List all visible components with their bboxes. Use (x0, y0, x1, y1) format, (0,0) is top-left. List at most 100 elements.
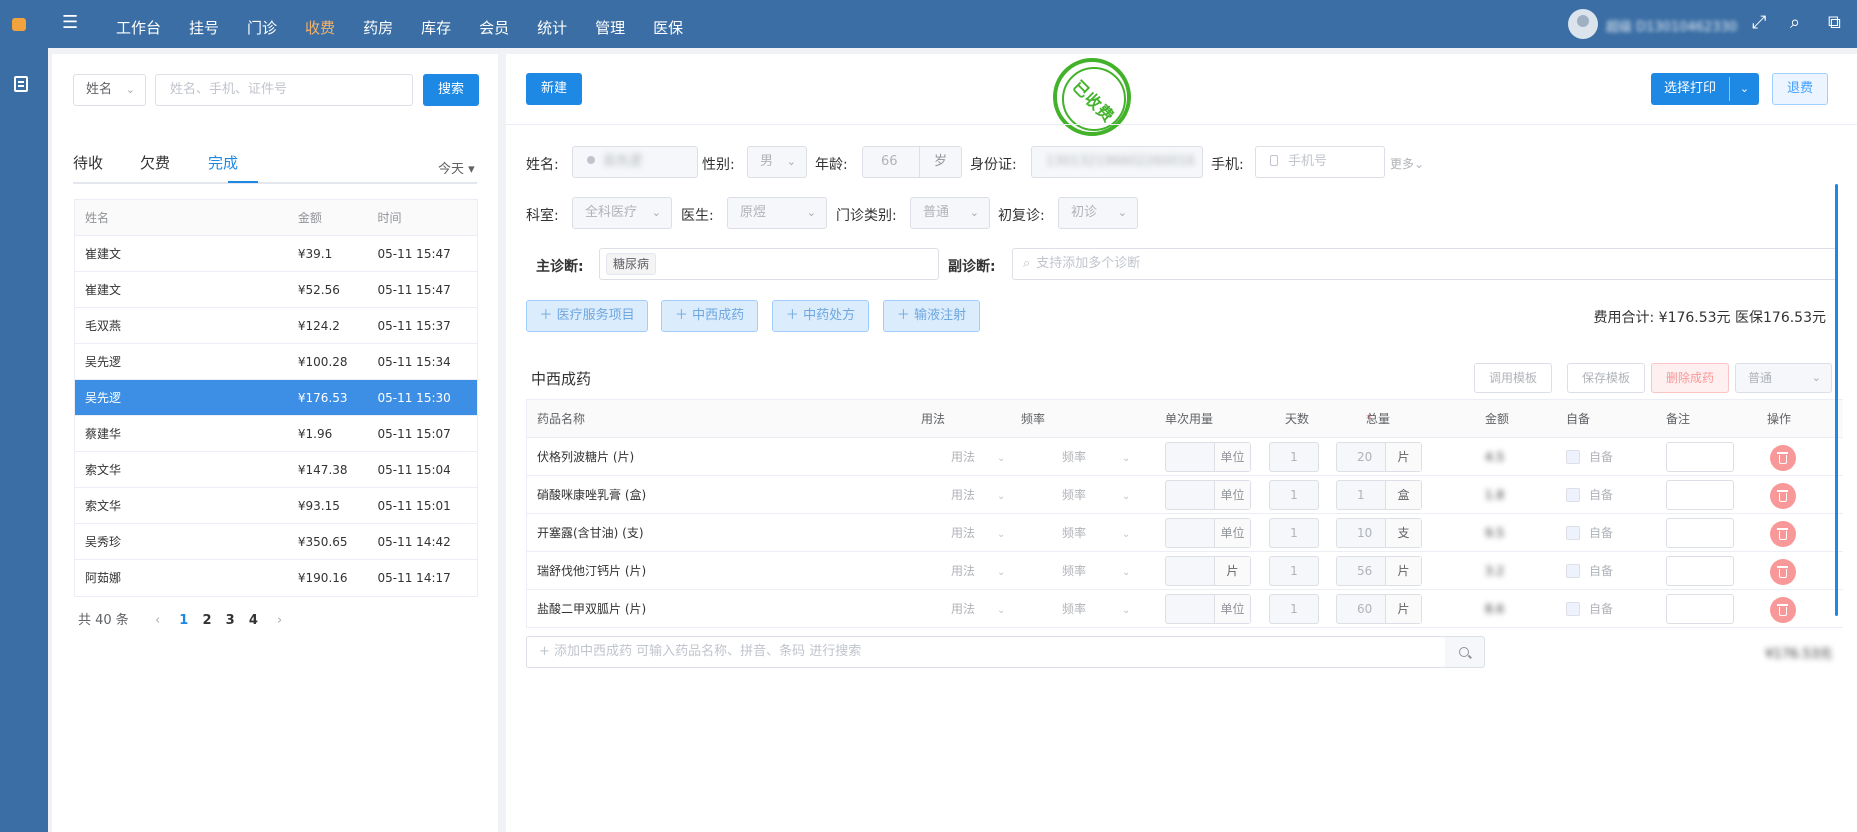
single-dose-input[interactable]: 单位 (1165, 480, 1251, 510)
table-row[interactable]: 索文华 ¥147.38 05-11 15:04 (75, 452, 477, 488)
nav-item-billing[interactable]: 收费 (291, 0, 349, 48)
sub-diagnosis-input[interactable]: ⌕ 支持添加多个诊断 (1012, 248, 1838, 280)
nav-item-management[interactable]: 管理 (581, 0, 639, 48)
usage-placeholder: 用法 (951, 564, 976, 578)
prev-page-icon[interactable]: ‹ (155, 613, 160, 628)
nav-item-pharmacy[interactable]: 药房 (349, 0, 407, 48)
table-row[interactable]: 崔建文 ¥52.56 05-11 15:47 (75, 272, 477, 308)
fullscreen-icon[interactable]: ⤢ (1752, 12, 1766, 34)
page-button-2[interactable]: 2 (202, 613, 211, 628)
self-supplied-checkbox[interactable] (1566, 488, 1580, 502)
self-supplied-checkbox[interactable] (1566, 602, 1580, 616)
remark-input[interactable] (1666, 480, 1734, 510)
table-row[interactable]: 索文华 ¥93.15 05-11 15:01 (75, 488, 477, 524)
usage-select[interactable]: 用法 ⌄ (951, 442, 1005, 472)
delete-row-button[interactable] (1770, 597, 1796, 623)
avatar[interactable] (1568, 9, 1598, 39)
add-herbal-prescription-button[interactable]: ＋ 中药处方 (772, 300, 869, 332)
total-input[interactable]: 1盒 (1336, 480, 1422, 510)
single-dose-input[interactable]: 单位 (1165, 518, 1251, 548)
nav-item-inventory[interactable]: 库存 (407, 0, 465, 48)
usage-select[interactable]: 用法 ⌄ (951, 480, 1005, 510)
user-name[interactable]: 超级 D13010462330 (1606, 16, 1737, 35)
table-row[interactable]: 崔建文 ¥39.1 05-11 15:47 (75, 236, 477, 272)
single-dose-input[interactable]: 单位 (1165, 594, 1251, 624)
search-icon[interactable]: ⌕ (1790, 12, 1800, 34)
delete-medicine-button[interactable]: 删除成药 (1651, 363, 1729, 393)
add-medical-service-button[interactable]: ＋ 医疗服务项目 (526, 300, 648, 332)
self-supplied-checkbox[interactable] (1566, 526, 1580, 540)
add-western-medicine-button[interactable]: ＋ 中西成药 (661, 300, 758, 332)
nav-item-outpatient[interactable]: 门诊 (233, 0, 291, 48)
remark-input[interactable] (1666, 594, 1734, 624)
table-row-selected[interactable]: 吴先逻 ¥176.53 05-11 15:30 (75, 380, 477, 416)
self-supplied-checkbox[interactable] (1566, 450, 1580, 464)
total-input[interactable]: 20 片 (1336, 442, 1422, 472)
save-template-button[interactable]: 保存模板 (1567, 363, 1645, 393)
scrollbar[interactable] (1835, 184, 1838, 616)
table-row[interactable]: 蔡建华 ¥1.96 05-11 15:07 (75, 416, 477, 452)
delete-row-button[interactable] (1770, 559, 1796, 585)
table-row[interactable]: 阿茹娜 ¥190.16 05-11 14:17 (75, 560, 477, 596)
frequency-select[interactable]: 频率 ⌄ (1062, 518, 1130, 548)
frequency-select[interactable]: 频率 ⌄ (1062, 556, 1130, 586)
charge-records-table: 姓名 金额 时间 崔建文 ¥39.1 05-11 15:47 崔建文 ¥52.56 05… (74, 199, 478, 597)
remark-input[interactable] (1666, 442, 1734, 472)
total-input[interactable]: 56 片 (1336, 556, 1422, 586)
frequency-select[interactable]: 频率 ⌄ (1062, 480, 1130, 510)
menu-toggle-icon[interactable]: ☰ (62, 14, 78, 32)
table-row[interactable]: 毛双燕 ¥124.2 05-11 15:37 (75, 308, 477, 344)
total-input[interactable]: 60 片 (1336, 594, 1422, 624)
frequency-select[interactable]: 频率 ⌄ (1062, 442, 1130, 472)
phone-input[interactable]: 手机号 (1255, 146, 1385, 178)
nav-item-insurance[interactable]: 医保 (639, 0, 697, 48)
next-page-icon[interactable]: › (277, 613, 282, 628)
days-input[interactable]: 1 (1269, 594, 1319, 624)
usage-select[interactable]: 用法 ⌄ (951, 556, 1005, 586)
nav-item-registration[interactable]: 挂号 (175, 0, 233, 48)
self-supplied-checkbox[interactable] (1566, 564, 1580, 578)
add-medicine-input[interactable]: + 添加中西成药 可输入药品名称、拼音、条码 进行搜索 (526, 636, 1446, 668)
add-infusion-button[interactable]: ＋ 输液注射 (883, 300, 980, 332)
frequency-select[interactable]: 频率 ⌄ (1062, 594, 1130, 624)
search-input[interactable]: 姓名、手机、证件号 (155, 74, 413, 106)
tab-arrears[interactable]: 欠费 (140, 152, 170, 173)
page-button-4[interactable]: 4 (249, 613, 258, 628)
page-button-3[interactable]: 3 (226, 613, 235, 628)
nav-item-statistics[interactable]: 统计 (523, 0, 581, 48)
nav-item-workbench[interactable]: 工作台 (102, 0, 175, 48)
usage-select[interactable]: 用法 ⌄ (951, 518, 1005, 548)
total-input[interactable]: 10 支 (1336, 518, 1422, 548)
remark-input[interactable] (1666, 556, 1734, 586)
nav-item-members[interactable]: 会员 (465, 0, 523, 48)
filter-select[interactable]: 姓名 ⌄ (73, 74, 146, 106)
more-toggle[interactable]: 更多⌄ (1390, 155, 1424, 172)
single-dose-input[interactable]: 单位 (1165, 442, 1251, 472)
tab-pending[interactable]: 待收 (73, 152, 103, 173)
new-button[interactable]: 新建 (526, 73, 582, 105)
delete-row-button[interactable] (1770, 445, 1796, 471)
remark-input[interactable] (1666, 518, 1734, 548)
usage-select[interactable]: 用法 ⌄ (951, 594, 1005, 624)
days-input[interactable]: 1 (1269, 556, 1319, 586)
tab-completed[interactable]: 完成 (208, 152, 238, 173)
print-button[interactable]: 选择打印 (1651, 73, 1729, 105)
table-row[interactable]: 吴秀珍 ¥350.65 05-11 14:42 (75, 524, 477, 560)
refund-button[interactable]: 退费 (1772, 73, 1828, 105)
days-input[interactable]: 1 (1269, 480, 1319, 510)
use-template-button[interactable]: 调用模板 (1474, 363, 1552, 393)
main-diagnosis-field[interactable]: 糖尿病 (599, 248, 939, 280)
delete-row-button[interactable] (1770, 521, 1796, 547)
document-icon[interactable] (14, 76, 28, 92)
page-button-1[interactable]: 1 (179, 613, 188, 628)
search-button[interactable]: 搜索 (423, 74, 479, 106)
days-input[interactable]: 1 (1269, 442, 1319, 472)
add-medicine-search-button[interactable] (1445, 636, 1485, 668)
print-dropdown-chevron-icon[interactable]: ⌄ (1730, 73, 1759, 105)
days-input[interactable]: 1 (1269, 518, 1319, 548)
single-dose-input[interactable]: 片 (1165, 556, 1251, 586)
date-filter-select[interactable]: 今天 ▾ (438, 158, 475, 177)
delete-row-button[interactable] (1770, 483, 1796, 509)
table-row[interactable]: 吴先逻 ¥100.28 05-11 15:34 (75, 344, 477, 380)
external-link-icon[interactable]: ⧉ (1828, 12, 1841, 34)
